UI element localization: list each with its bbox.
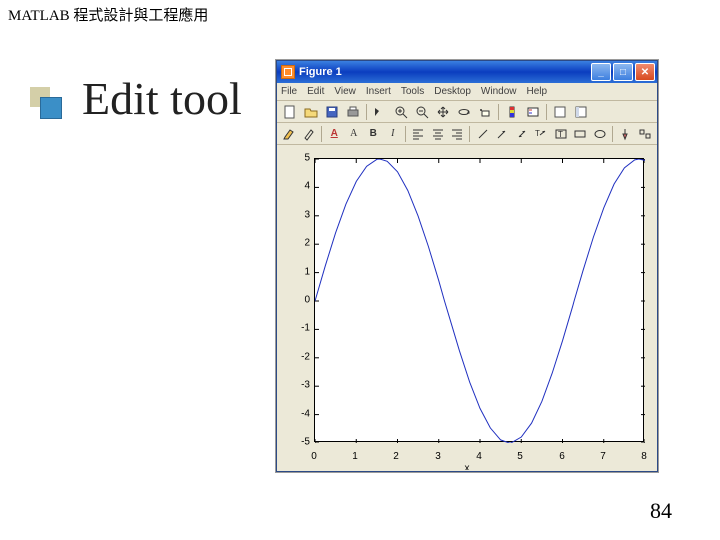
bold-button[interactable]: B — [365, 125, 382, 143]
line-plot — [315, 159, 645, 443]
axes[interactable] — [314, 158, 644, 442]
xtick-label: 7 — [600, 451, 606, 462]
align-center-button[interactable] — [429, 125, 446, 143]
hide-plot-tools-button[interactable] — [551, 103, 569, 121]
pan-button[interactable] — [434, 103, 452, 121]
save-button[interactable] — [323, 103, 341, 121]
xtick-label: 3 — [435, 451, 441, 462]
matlab-figure-window: Figure 1 _ □ ✕ File Edit View Insert Too… — [276, 60, 658, 472]
annotation-toolbar: A A B I T T — [277, 123, 657, 145]
toolbar-separator — [366, 104, 367, 120]
xtick-label: 5 — [517, 451, 523, 462]
toolbar-separator — [321, 126, 322, 142]
maximize-icon: □ — [620, 67, 626, 78]
menu-tools[interactable]: Tools — [401, 86, 424, 97]
new-figure-button[interactable] — [281, 103, 299, 121]
xtick-label: 8 — [641, 451, 647, 462]
open-button[interactable] — [302, 103, 320, 121]
xtick-label: 4 — [476, 451, 482, 462]
edit-plot-button[interactable] — [371, 103, 389, 121]
data-cursor-button[interactable] — [476, 103, 494, 121]
svg-text:T: T — [558, 130, 563, 139]
slide-bullet-icon — [30, 87, 54, 111]
ytick-label: 5 — [278, 153, 310, 164]
insert-ellipse-button[interactable] — [591, 125, 608, 143]
window-titlebar[interactable]: Figure 1 _ □ ✕ — [277, 61, 657, 83]
svg-text:T: T — [535, 129, 540, 138]
text-color-button[interactable]: A — [326, 125, 343, 143]
slide-title: Edit tool — [82, 72, 242, 125]
maximize-button[interactable]: □ — [613, 63, 633, 81]
close-icon: ✕ — [641, 67, 649, 78]
zoom-out-button[interactable] — [413, 103, 431, 121]
figure-toolbar — [277, 101, 657, 123]
menu-file[interactable]: File — [281, 86, 297, 97]
menu-window[interactable]: Window — [481, 86, 517, 97]
insert-line-button[interactable] — [474, 125, 491, 143]
ytick-label: 1 — [278, 267, 310, 278]
toolbar-separator — [498, 104, 499, 120]
ytick-label: -3 — [278, 380, 310, 391]
italic-button[interactable]: I — [384, 125, 401, 143]
ytick-label: 2 — [278, 238, 310, 249]
slide-title-block: Edit tool — [30, 72, 242, 125]
toolbar-separator — [612, 126, 613, 142]
align-objects-button[interactable] — [636, 125, 653, 143]
menu-view[interactable]: View — [334, 86, 356, 97]
menu-insert[interactable]: Insert — [366, 86, 391, 97]
ytick-label: 0 — [278, 295, 310, 306]
align-right-button[interactable] — [449, 125, 466, 143]
font-button[interactable]: A — [345, 125, 362, 143]
toolbar-separator — [405, 126, 406, 142]
insert-text-arrow-button[interactable]: T — [533, 125, 550, 143]
insert-arrow-button[interactable] — [494, 125, 511, 143]
ytick-label: 3 — [278, 210, 310, 221]
minimize-icon: _ — [598, 67, 604, 78]
plot-area: 5 4 3 2 1 0 -1 -2 -3 -4 -5 0 1 2 3 4 5 6… — [278, 146, 656, 470]
xtick-label: 0 — [311, 451, 317, 462]
pin-button[interactable] — [617, 125, 634, 143]
print-button[interactable] — [344, 103, 362, 121]
ytick-label: -5 — [278, 437, 310, 448]
window-title: Figure 1 — [299, 66, 591, 78]
ytick-label: -4 — [278, 409, 310, 420]
menu-desktop[interactable]: Desktop — [434, 86, 471, 97]
page-number: 84 — [650, 498, 672, 524]
insert-rectangle-button[interactable] — [572, 125, 589, 143]
xtick-label: 1 — [352, 451, 358, 462]
zoom-in-button[interactable] — [392, 103, 410, 121]
close-button[interactable]: ✕ — [635, 63, 655, 81]
insert-colorbar-button[interactable] — [503, 103, 521, 121]
ytick-label: -2 — [278, 352, 310, 363]
insert-textbox-button[interactable]: T — [552, 125, 569, 143]
toolbar-separator — [469, 126, 470, 142]
insert-legend-button[interactable] — [524, 103, 542, 121]
matlab-icon — [281, 65, 295, 79]
menu-help[interactable]: Help — [527, 86, 548, 97]
face-color-button[interactable] — [281, 125, 298, 143]
rotate3d-button[interactable] — [455, 103, 473, 121]
menu-edit[interactable]: Edit — [307, 86, 324, 97]
xtick-label: 2 — [393, 451, 399, 462]
minimize-button[interactable]: _ — [591, 63, 611, 81]
show-plot-tools-button[interactable] — [572, 103, 590, 121]
ytick-label: 4 — [278, 181, 310, 192]
ytick-label: -1 — [278, 323, 310, 334]
align-left-button[interactable] — [410, 125, 427, 143]
insert-double-arrow-button[interactable] — [513, 125, 530, 143]
x-axis-label: x — [465, 463, 470, 470]
menubar: File Edit View Insert Tools Desktop Wind… — [277, 83, 657, 101]
edge-color-button[interactable] — [301, 125, 318, 143]
page-header: MATLAB 程式設計與工程應用 — [8, 4, 208, 25]
xtick-label: 6 — [559, 451, 565, 462]
toolbar-separator — [546, 104, 547, 120]
